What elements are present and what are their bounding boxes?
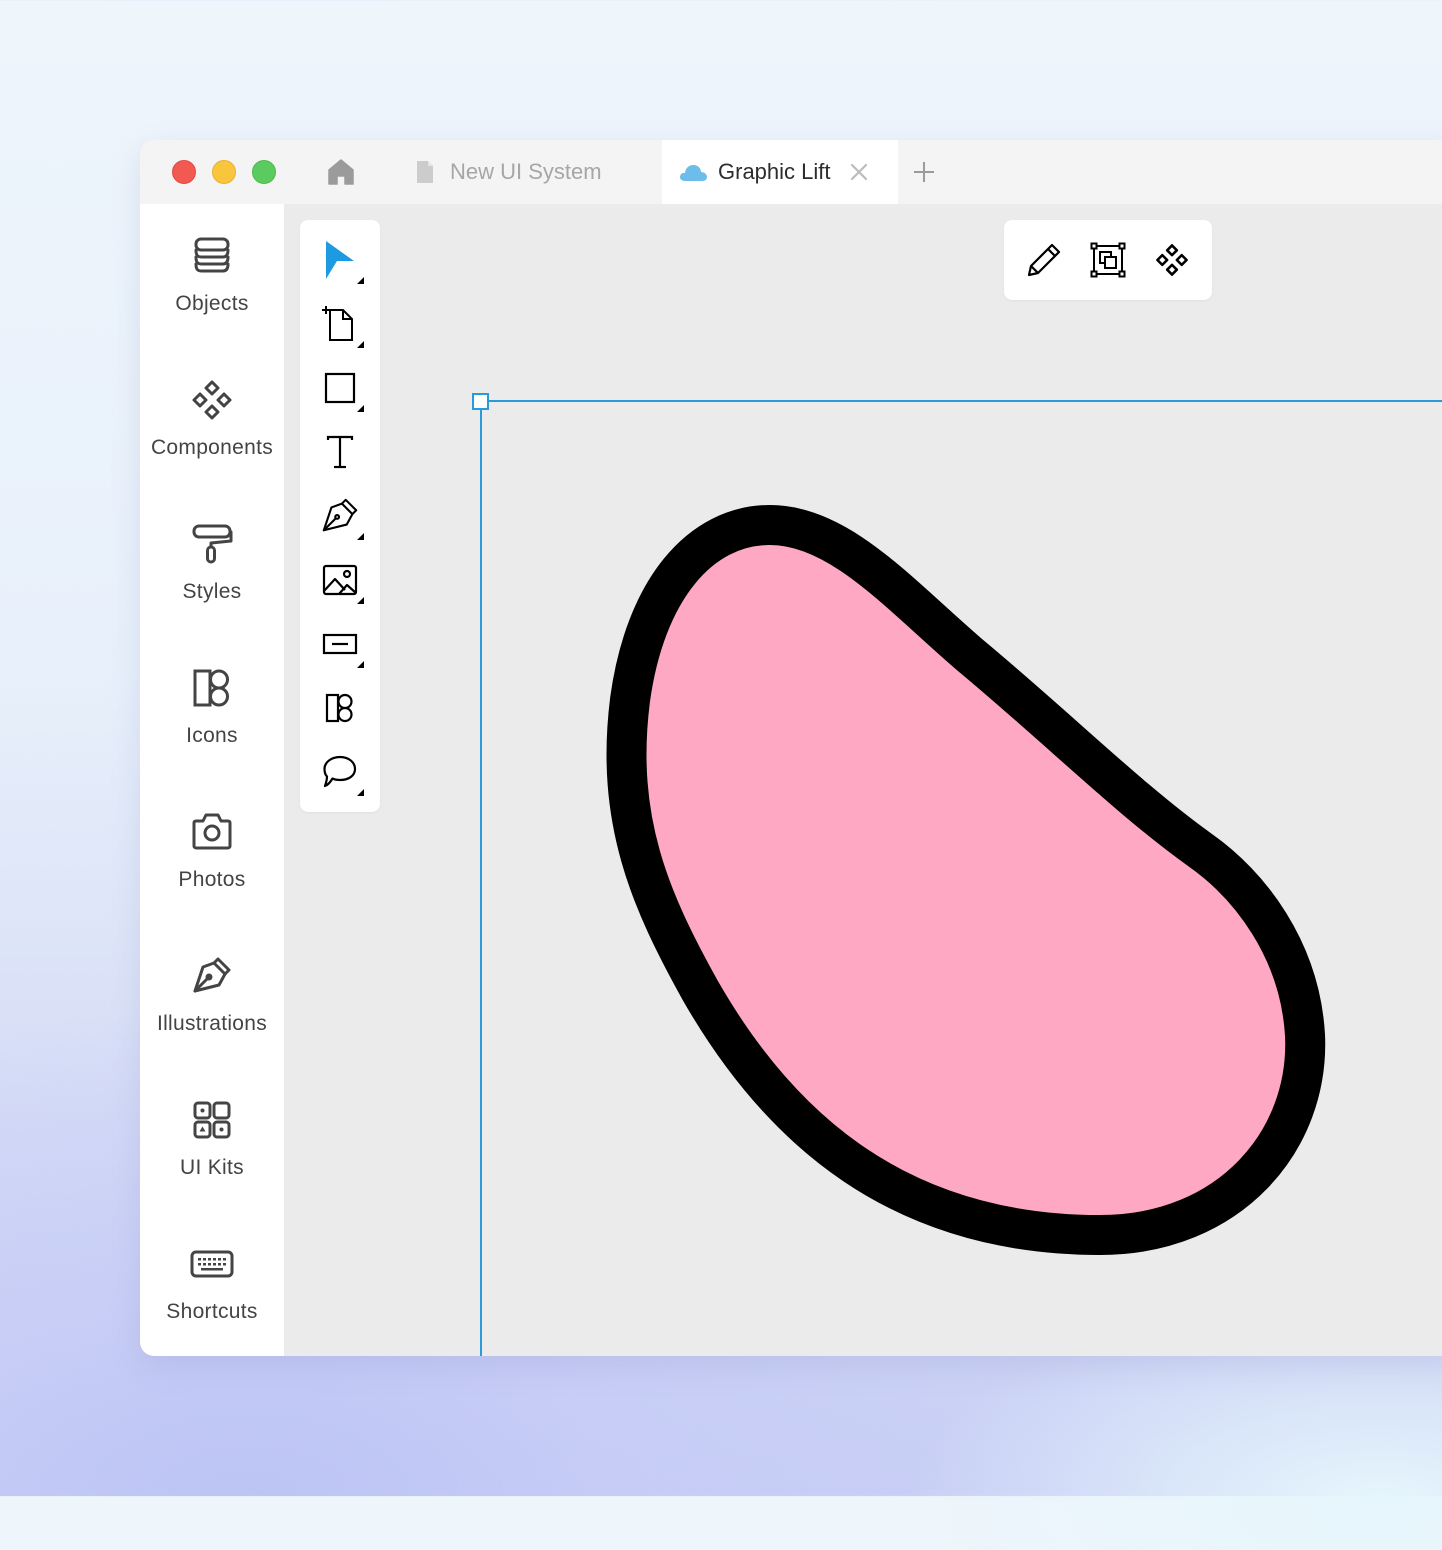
sidebar-item-illustrations[interactable]: Illustrations — [140, 924, 284, 1068]
sidebar-item-label: Objects — [175, 292, 249, 315]
group-selection-button[interactable] — [1084, 236, 1132, 284]
pen-nib-icon — [190, 954, 234, 998]
home-icon — [328, 159, 354, 185]
layers-icon — [190, 234, 234, 278]
tool-pen[interactable] — [312, 488, 368, 544]
submenu-indicator[interactable] — [357, 405, 364, 412]
image-icon — [322, 564, 358, 596]
plus-icon[interactable] — [912, 160, 936, 184]
submenu-indicator[interactable] — [357, 533, 364, 540]
artboard-resize-handle[interactable] — [472, 393, 489, 410]
sidebar-item-label: Components — [150, 436, 274, 459]
rectangle-icon — [324, 372, 356, 404]
sidebar-item-styles[interactable]: Styles — [140, 492, 284, 636]
edit-button[interactable] — [1020, 236, 1068, 284]
artboard-top-edge — [481, 400, 1442, 402]
tab-label: Graphic Lift — [718, 159, 831, 184]
cursor-arrow-icon — [326, 241, 354, 279]
icons-icon — [325, 693, 353, 723]
tool-artboard[interactable] — [312, 296, 368, 352]
tool-comment[interactable] — [312, 744, 368, 800]
tool-select[interactable] — [312, 232, 368, 288]
speech-bubble-icon — [323, 755, 357, 788]
contextual-toolbar — [1004, 220, 1212, 300]
submenu-indicator[interactable] — [357, 597, 364, 604]
sidebar-item-label: UI Kits — [180, 1156, 244, 1179]
keyboard-icon — [190, 1242, 234, 1286]
pencil-icon — [1027, 243, 1061, 277]
close-icon[interactable] — [849, 162, 869, 182]
ui-kits-icon — [190, 1098, 234, 1142]
tool-rectangle[interactable] — [312, 360, 368, 416]
home-button[interactable] — [326, 157, 356, 187]
tool-image[interactable] — [312, 552, 368, 608]
tool-text[interactable] — [312, 424, 368, 480]
pen-nib-icon — [322, 498, 358, 532]
sidebar-item-label: Illustrations — [156, 1012, 268, 1035]
pink-blob-shape[interactable] — [606, 505, 1326, 1255]
create-component-button[interactable] — [1148, 236, 1196, 284]
sidebar-item-label: Styles — [182, 580, 242, 603]
icons-icon — [190, 666, 234, 710]
window-close-button[interactable] — [172, 160, 196, 184]
paint-roller-icon — [190, 522, 234, 566]
tool-input[interactable] — [312, 616, 368, 672]
sidebar-item-label: Shortcuts — [166, 1300, 258, 1323]
sidebar-item-objects[interactable]: Objects — [140, 204, 284, 348]
components-icon — [1156, 244, 1188, 276]
sidebar-item-icons[interactable]: Icons — [140, 636, 284, 780]
submenu-indicator[interactable] — [357, 341, 364, 348]
tab-label: New UI System — [450, 159, 602, 184]
sidebar-item-shortcuts[interactable]: Shortcuts — [140, 1212, 284, 1356]
tool-icons[interactable] — [312, 680, 368, 736]
sidebar-item-label: Icons — [186, 724, 238, 747]
sidebar-item-photos[interactable]: Photos — [140, 780, 284, 924]
components-icon — [190, 378, 234, 422]
submenu-indicator[interactable] — [357, 277, 364, 284]
artboard-left-edge — [480, 400, 482, 1356]
tab-graphic-lift[interactable]: Graphic Lift — [662, 140, 898, 204]
tab-new-ui-system[interactable]: New UI System — [402, 140, 662, 204]
sidebar-item-components[interactable]: Components — [140, 348, 284, 492]
artboard-icon — [322, 306, 353, 341]
sidebar-item-ui-kits[interactable]: UI Kits — [140, 1068, 284, 1212]
camera-icon — [190, 810, 234, 854]
cloud-icon — [678, 157, 708, 187]
app-window: New UI System Graphic Lift Objects Compo… — [140, 140, 1442, 1356]
sidebar: Objects Components Styles Icons Photos I… — [140, 204, 284, 1356]
submenu-indicator[interactable] — [357, 661, 364, 668]
toolbox — [300, 220, 380, 812]
window-maximize-button[interactable] — [252, 160, 276, 184]
input-field-icon — [322, 633, 358, 655]
document-icon — [410, 157, 440, 187]
window-minimize-button[interactable] — [212, 160, 236, 184]
submenu-indicator[interactable] — [357, 789, 364, 796]
sidebar-item-label: Photos — [178, 868, 246, 891]
group-bounds-icon — [1090, 242, 1126, 278]
text-icon — [326, 435, 354, 469]
title-bar: New UI System Graphic Lift — [140, 140, 1442, 205]
